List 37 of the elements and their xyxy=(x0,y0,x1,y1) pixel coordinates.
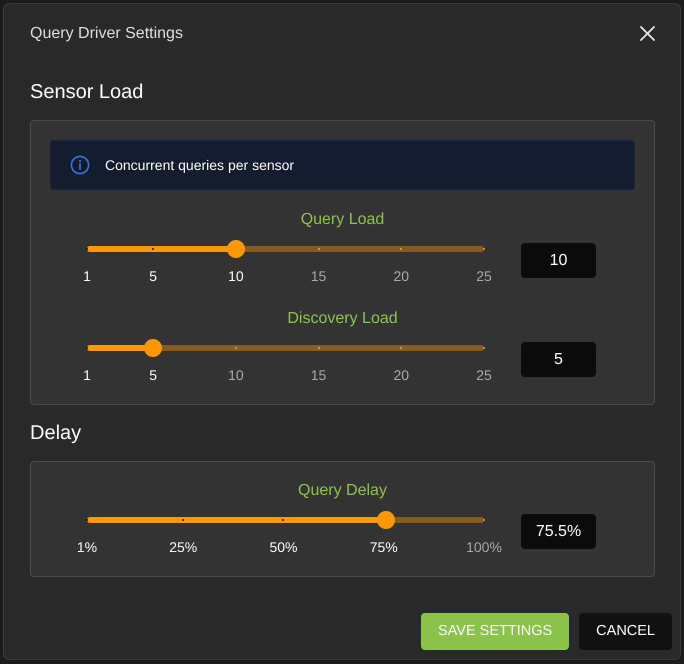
tick-label: 10 xyxy=(228,366,244,384)
tick-label: 5 xyxy=(149,366,158,384)
close-button[interactable] xyxy=(639,26,655,42)
section-heading: Delay xyxy=(30,421,82,445)
tick-label: 25% xyxy=(169,538,198,556)
info-icon xyxy=(70,155,90,175)
slider-label: Discovery Load xyxy=(286,309,399,329)
slider-thumb[interactable] xyxy=(376,511,395,529)
value-field[interactable]: 10 xyxy=(521,243,596,278)
tick-label: 75% xyxy=(370,538,398,556)
value-field[interactable]: 75.5% xyxy=(521,514,596,549)
tick-label: 20 xyxy=(394,267,410,285)
tick-label: 1% xyxy=(76,538,98,556)
tick-label: 1 xyxy=(83,366,91,384)
slider-track[interactable] xyxy=(87,517,484,523)
section-heading: Sensor Load xyxy=(30,80,144,104)
tick-label: 15 xyxy=(310,267,326,285)
slider-thumb[interactable] xyxy=(226,240,245,258)
tick-label: 1 xyxy=(83,267,91,285)
value-field[interactable]: 5 xyxy=(521,342,596,377)
slider-track[interactable] xyxy=(87,246,484,252)
tick-label: 100% xyxy=(466,538,502,556)
dialog-title: Query Driver Settings xyxy=(30,24,183,44)
slider-label: Query Delay xyxy=(297,481,388,501)
close-icon xyxy=(640,26,654,41)
slider-track[interactable] xyxy=(87,345,484,351)
cancel-button[interactable]: CANCEL xyxy=(579,613,672,650)
slider-label: Query Load xyxy=(300,210,386,230)
tick-label: 10 xyxy=(228,267,244,285)
tick-label: 50% xyxy=(269,538,298,556)
tick-label: 20 xyxy=(394,366,410,384)
tick-label: 25 xyxy=(476,366,492,384)
tick-label: 25 xyxy=(476,267,492,285)
tick-label: 15 xyxy=(310,366,326,384)
tick-label: 5 xyxy=(149,267,158,285)
info-text: Concurrent queries per sensor xyxy=(105,156,294,174)
slider-thumb[interactable] xyxy=(144,339,162,357)
